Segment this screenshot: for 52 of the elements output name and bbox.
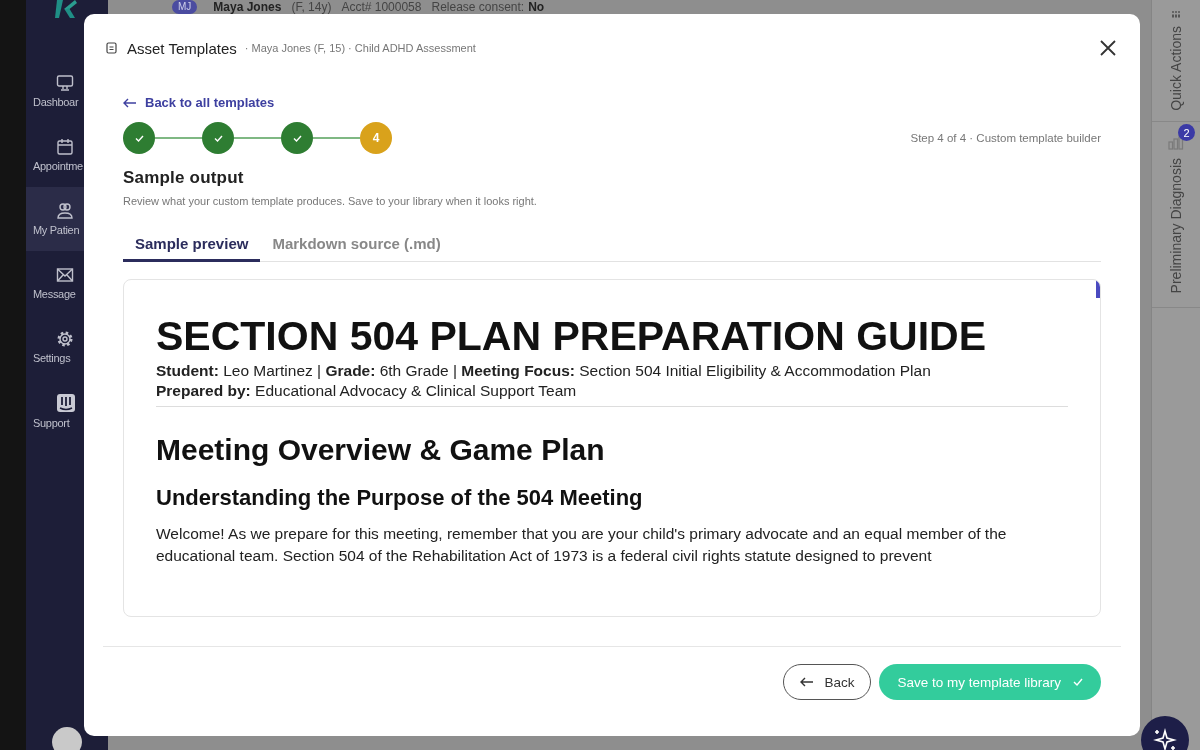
patient-name: Maya Jones [213,0,282,14]
bars-icon [56,393,76,413]
modal-subtitle: · Maya Jones (F, 15) · Child ADHD Assessment [244,42,476,54]
document-icon [106,42,117,54]
sidebar-item[interactable]: Message [26,251,108,315]
side-panel-tab[interactable]: Quick Actions [1152,0,1200,122]
bar-chart-icon [1168,136,1184,150]
sidebar-item[interactable]: Dashboar [26,59,108,123]
tab[interactable]: Markdown source (.md) [260,227,453,262]
scrollbar-thumb[interactable] [1096,280,1100,298]
document-paragraph: Welcome! As we prepare for this meeting, remember that you are your child's primary advocate and an equal member of the educational team. Section 504 of the Rehabilitation Act of 1973 is a federal civil rights statute designed to prevent [156,524,1008,566]
grid-icon [1171,10,1181,19]
account-number: Acct# 1000058 [341,0,422,14]
avatar[interactable] [52,727,82,750]
sidebar-item[interactable]: Appointme [26,123,108,187]
consent-value: No [528,0,545,14]
document-meta: Prepared by: Educational Advocacy & Clinical Support Team [156,382,578,400]
arrow-left-icon [123,97,137,108]
document-subheading: Understanding the Purpose of the 504 Meeting [156,485,644,511]
sidebar-item[interactable]: Settings [26,315,108,379]
assistant-button[interactable] [1141,716,1189,750]
patient-info: (F, 14y) [291,0,332,14]
document-heading: Meeting Overview & Game Plan [156,433,606,467]
check-icon [213,134,223,142]
arrow-left-icon [800,677,815,687]
check-icon [1073,678,1083,686]
section-title: Sample output [123,168,245,188]
sparkle-icon [1153,728,1177,750]
calendar-icon [56,138,74,156]
step-caption: Step 4 of 4 · Custom template builder [910,132,1101,144]
close-icon [1100,40,1116,56]
document-meta: Student: Leo Martinez | Grade: 6th Grade | Meeting Focus: Section 504 Initial Eligibility & Accommodation Plan [156,362,932,380]
back-link[interactable]: Back to all templates [123,95,275,110]
consent-label: Release consent: [431,0,525,14]
people-icon [56,202,74,220]
section-description: Review what your custom template produces. Save to your library when it looks right. [123,195,538,207]
gear-icon [56,330,74,348]
monitor-icon [56,74,74,92]
envelope-icon [56,266,74,284]
step-indicator: 4 [360,122,392,154]
back-button[interactable]: Back [783,664,872,700]
tab[interactable]: Sample preview [123,227,261,262]
close-button[interactable] [1100,40,1116,56]
check-icon [134,134,144,142]
logo-icon [55,0,77,18]
patient-avatar: MJ [172,0,198,14]
side-panel-tab[interactable]: Preliminary Diagnosis 2 [1152,122,1200,309]
sidebar-item[interactable]: Support [26,379,108,443]
count-badge: 2 [1178,124,1195,141]
document-title: SECTION 504 PLAN PREPARATION GUIDE [156,313,987,360]
modal-title: Asset Templates [127,39,237,57]
check-icon [292,134,302,142]
